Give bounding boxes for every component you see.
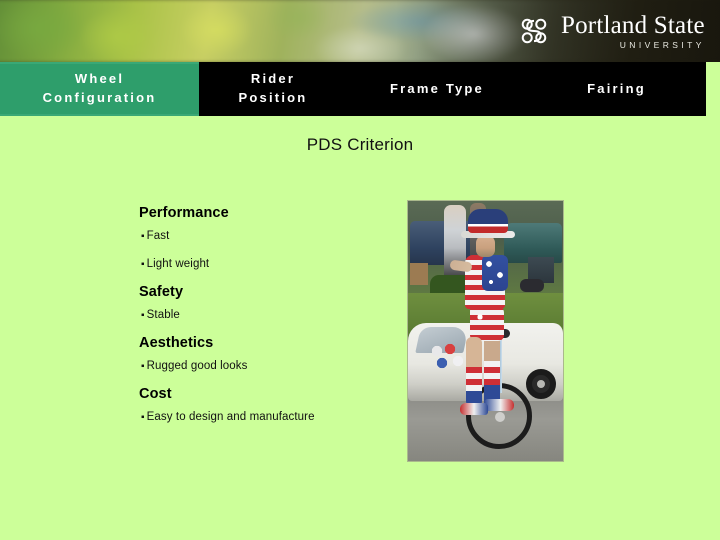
photo-rider-hat (468, 209, 508, 233)
bullet-icon: ▪ (141, 259, 145, 270)
tab-frame-type[interactable]: Frame Type (347, 62, 527, 116)
tab-fairing-label: Fairing (587, 80, 646, 96)
slide: Portland State UNIVERSITY Wheel Configur… (0, 0, 720, 540)
bullet-icon: ▪ (141, 412, 145, 423)
photo-rider-back-shoe (484, 399, 514, 411)
tab-fairing[interactable]: Fairing (527, 62, 706, 116)
psu-logo-name: Portland State (561, 11, 705, 39)
criteria-item: ▪ Fast (141, 230, 389, 242)
tab-rider-position-line2: Position (238, 90, 308, 105)
psu-logo: Portland State UNIVERSITY (516, 8, 705, 54)
bullet-icon: ▪ (141, 310, 145, 321)
unicycle-rider-photo (407, 200, 564, 462)
photo-rider-star-panel (482, 255, 508, 291)
criteria-group-cost: Cost ▪ Easy to design and manufacture (139, 386, 389, 423)
photo-rider-head (476, 235, 495, 257)
criteria-item-label: Fast (146, 230, 170, 242)
tab-wheel-configuration-line1: Wheel (74, 71, 125, 87)
photo-rider-front-shoe (460, 403, 488, 415)
header-banner: Portland State UNIVERSITY (0, 0, 720, 62)
criteria-group-performance: Performance ▪ Fast ▪ Light weight (139, 205, 389, 270)
photo-rider-front-leg (466, 337, 482, 407)
criteria-group-aesthetics: Aesthetics ▪ Rugged good looks (139, 335, 389, 372)
page-title: PDS Criterion (306, 135, 414, 154)
criteria-item: ▪ Light weight (141, 258, 389, 270)
photo-white-car-wheel (526, 369, 556, 399)
criteria-item-label: Light weight (146, 258, 210, 270)
criteria-heading: Performance (139, 205, 229, 221)
criteria-group-safety: Safety ▪ Stable (139, 284, 389, 321)
photo-rider-shorts (470, 305, 504, 341)
criteria-heading: Aesthetics (139, 335, 214, 351)
bullet-icon: ▪ (141, 361, 145, 372)
criteria-item: ▪ Stable (141, 309, 389, 321)
criteria-item-label: Easy to design and manufacture (146, 411, 315, 423)
criteria-list: Performance ▪ Fast ▪ Light weight Safety… (139, 205, 389, 439)
photo-box (410, 263, 428, 285)
criteria-item-label: Rugged good looks (146, 360, 248, 372)
tab-wheel-configuration[interactable]: Wheel Configuration (0, 62, 199, 116)
criteria-heading: Cost (139, 386, 172, 402)
criteria-item-label: Stable (146, 309, 180, 321)
tab-bar: Wheel Configuration Rider Position Frame… (0, 62, 706, 116)
criteria-item: ▪ Rugged good looks (141, 360, 389, 372)
photo-bag (520, 279, 544, 292)
tab-rider-position[interactable]: Rider Position (199, 62, 347, 116)
tab-rider-position-line1: Rider (250, 71, 296, 87)
psu-knot-logo-icon (521, 18, 547, 44)
photo-balloons (430, 343, 470, 371)
criteria-heading: Safety (139, 284, 184, 300)
tab-wheel-configuration-line2: Configuration (42, 90, 157, 105)
criteria-item: ▪ Easy to design and manufacture (141, 411, 389, 423)
psu-logo-subtitle: UNIVERSITY (619, 39, 705, 50)
bullet-icon: ▪ (141, 231, 145, 242)
photo-rider-back-leg (484, 335, 500, 407)
psu-logo-text: Portland State UNIVERSITY (561, 13, 705, 50)
tab-frame-type-label: Frame Type (389, 80, 484, 96)
